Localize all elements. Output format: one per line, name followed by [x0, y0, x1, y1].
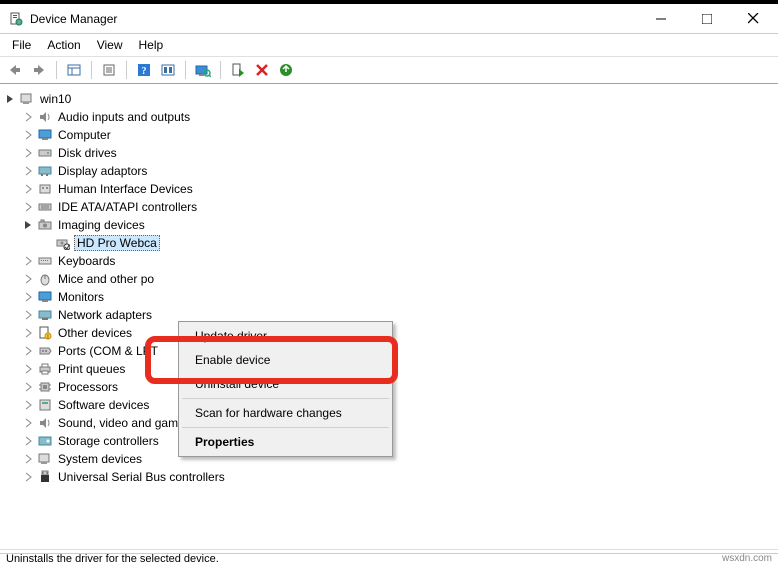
display-adapter-icon	[37, 163, 53, 179]
collapse-arrow-icon[interactable]	[22, 380, 36, 394]
disk-icon	[37, 145, 53, 161]
hid-icon	[37, 181, 53, 197]
expand-arrow-icon[interactable]	[4, 92, 18, 106]
close-button[interactable]	[730, 5, 776, 33]
mouse-icon	[37, 271, 53, 287]
collapse-arrow-icon[interactable]	[22, 416, 36, 430]
app-icon	[8, 11, 24, 27]
tree-item-monitors[interactable]: Monitors	[4, 288, 774, 306]
cpu-icon	[37, 379, 53, 395]
usb-icon	[37, 469, 53, 485]
collapse-arrow-icon[interactable]	[22, 110, 36, 124]
show-hide-console-icon[interactable]	[63, 59, 85, 81]
properties-icon[interactable]	[98, 59, 120, 81]
maximize-button[interactable]	[684, 5, 730, 33]
tree-root-label: win10	[38, 92, 73, 106]
expand-arrow-icon[interactable]	[22, 218, 36, 232]
tree-item-ide[interactable]: IDE ATA/ATAPI controllers	[4, 198, 774, 216]
audio-icon	[37, 109, 53, 125]
printer-icon	[37, 361, 53, 377]
keyboard-icon	[37, 253, 53, 269]
enable-device-icon[interactable]	[227, 59, 249, 81]
toolbar: ?	[0, 56, 778, 84]
context-scan-hardware[interactable]: Scan for hardware changes	[181, 401, 390, 425]
system-icon	[37, 451, 53, 467]
collapse-arrow-icon[interactable]	[22, 326, 36, 340]
software-icon	[37, 397, 53, 413]
tree-item-computer[interactable]: Computer	[4, 126, 774, 144]
network-icon	[37, 307, 53, 323]
camera-icon	[37, 217, 53, 233]
monitor-icon	[37, 289, 53, 305]
context-menu: Update driver Enable device Uninstall de…	[178, 321, 393, 457]
collapse-arrow-icon[interactable]	[22, 128, 36, 142]
tree-item-disk[interactable]: Disk drives	[4, 144, 774, 162]
tree-item-keyboards[interactable]: Keyboards	[4, 252, 774, 270]
monitor-icon	[37, 127, 53, 143]
collapse-arrow-icon[interactable]	[22, 434, 36, 448]
forward-button[interactable]	[28, 59, 50, 81]
device-tree[interactable]: win10 Audio inputs and outputs Computer …	[0, 84, 778, 554]
tree-item-webcam[interactable]: HD Pro Webca	[4, 234, 774, 252]
menu-help[interactable]: Help	[131, 36, 172, 54]
tree-item-mice[interactable]: Mice and other po	[4, 270, 774, 288]
collapse-arrow-icon[interactable]	[22, 164, 36, 178]
collapse-arrow-icon[interactable]	[22, 398, 36, 412]
collapse-arrow-icon[interactable]	[22, 344, 36, 358]
collapse-arrow-icon[interactable]	[22, 146, 36, 160]
webcam-disabled-icon	[55, 235, 71, 251]
collapse-arrow-icon[interactable]	[22, 254, 36, 268]
action-icon[interactable]	[157, 59, 179, 81]
tree-item-hid[interactable]: Human Interface Devices	[4, 180, 774, 198]
menu-bar: File Action View Help	[0, 34, 778, 56]
collapse-arrow-icon[interactable]	[22, 182, 36, 196]
collapse-arrow-icon[interactable]	[22, 362, 36, 376]
collapse-arrow-icon[interactable]	[22, 272, 36, 286]
tree-item-audio[interactable]: Audio inputs and outputs	[4, 108, 774, 126]
computer-icon	[19, 91, 35, 107]
other-device-icon: !	[37, 325, 53, 341]
collapse-arrow-icon[interactable]	[22, 290, 36, 304]
menu-action[interactable]: Action	[39, 36, 88, 54]
status-text: Uninstalls the driver for the selected d…	[6, 553, 219, 565]
context-update-driver[interactable]: Update driver	[181, 324, 390, 348]
scan-hardware-icon[interactable]	[192, 59, 214, 81]
tree-item-usb[interactable]: Universal Serial Bus controllers	[4, 468, 774, 486]
ide-icon	[37, 199, 53, 215]
collapse-arrow-icon[interactable]	[22, 470, 36, 484]
window-title: Device Manager	[30, 12, 638, 26]
storage-controller-icon	[37, 433, 53, 449]
tree-root[interactable]: win10	[4, 90, 774, 108]
menu-separator	[182, 398, 389, 399]
collapse-arrow-icon[interactable]	[22, 452, 36, 466]
watermark: wsxdn.com	[722, 553, 772, 564]
status-bar: Uninstalls the driver for the selected d…	[0, 549, 778, 567]
back-button[interactable]	[4, 59, 26, 81]
menu-separator	[182, 427, 389, 428]
collapse-arrow-icon[interactable]	[22, 308, 36, 322]
title-bar: Device Manager	[0, 4, 778, 34]
help-icon[interactable]: ?	[133, 59, 155, 81]
collapse-arrow-icon[interactable]	[22, 200, 36, 214]
context-uninstall-device[interactable]: Uninstall device	[181, 372, 390, 396]
menu-view[interactable]: View	[89, 36, 131, 54]
update-driver-icon[interactable]	[275, 59, 297, 81]
tree-item-imaging[interactable]: Imaging devices	[4, 216, 774, 234]
context-properties[interactable]: Properties	[181, 430, 390, 454]
minimize-button[interactable]	[638, 5, 684, 33]
context-enable-device[interactable]: Enable device	[181, 348, 390, 372]
menu-file[interactable]: File	[4, 36, 39, 54]
svg-text:?: ?	[142, 66, 147, 77]
port-icon	[37, 343, 53, 359]
sound-icon	[37, 415, 53, 431]
tree-item-display[interactable]: Display adaptors	[4, 162, 774, 180]
uninstall-device-icon[interactable]	[251, 59, 273, 81]
